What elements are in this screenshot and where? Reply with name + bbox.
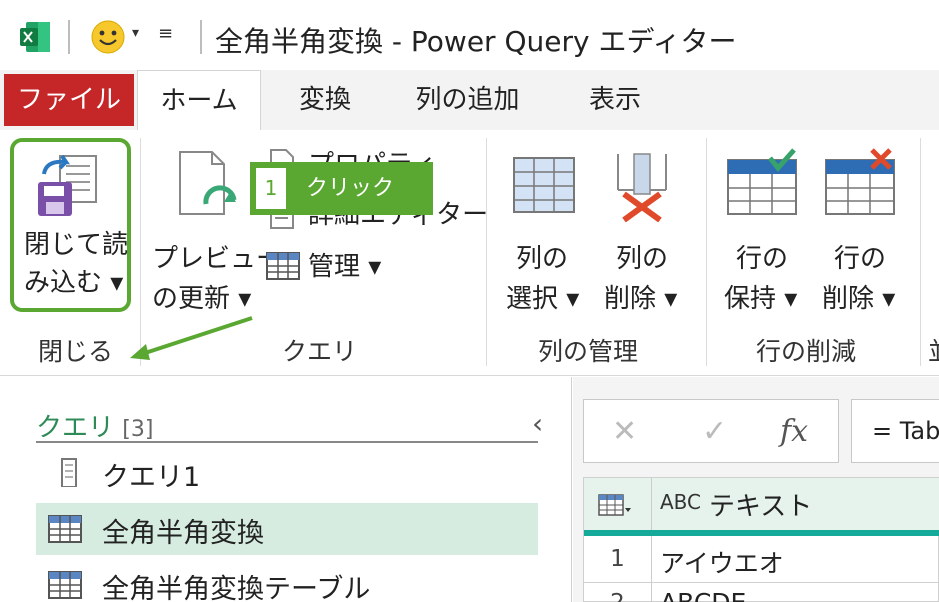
remove-columns-label-2: 削除 ▾ [604, 284, 678, 314]
collapse-pane-icon[interactable]: ‹ [532, 407, 543, 440]
callout-label: 1 クリック [250, 162, 433, 215]
title-bar: ▾ ≡ 全角半角変換 - Power Query エディター [0, 0, 939, 70]
title-separator [200, 20, 202, 54]
column-type-icon[interactable]: ABC [660, 490, 701, 514]
row-number: 1 [584, 536, 652, 582]
cancel-formula-icon[interactable]: ✕ [612, 414, 637, 449]
window-title: 全角半角変換 - Power Query エディター [215, 25, 737, 58]
callout-number: 1 [256, 168, 286, 209]
table-cell[interactable]: ABCDE [660, 588, 746, 602]
tab-add-column[interactable]: 列の追加 [395, 70, 540, 130]
query-item-label: クエリ1 [102, 462, 201, 493]
group-separator [486, 138, 487, 366]
group-label-manage-columns: 列の管理 [538, 337, 639, 366]
customize-toolbar-icon[interactable]: ≡ [158, 23, 173, 44]
table-icon [266, 252, 300, 280]
formula-buttons: ✕ ✓ fx [583, 399, 839, 463]
table-icon [48, 515, 82, 543]
parameter-icon [61, 458, 77, 487]
confirm-formula-icon[interactable]: ✓ [702, 414, 727, 449]
choose-columns-label-1: 列の [516, 244, 569, 274]
excel-icon[interactable] [18, 20, 52, 54]
manage-label: 管理 ▾ [308, 252, 382, 282]
choose-columns-button[interactable]: 列の 選択 ▾ [500, 142, 590, 314]
keep-rows-label-2: 保持 ▾ [724, 284, 798, 314]
manage-button[interactable]: 管理 ▾ [264, 246, 414, 286]
queries-header: クエリ [3] [36, 407, 153, 444]
query-item-1[interactable]: クエリ1 [36, 447, 538, 499]
query-item-label: 全角半角変換テーブル [102, 574, 371, 602]
queries-count: [3] [122, 417, 154, 442]
group-label-reduce-rows: 行の削減 [756, 337, 857, 366]
group-label-next: 並 [928, 332, 939, 368]
ribbon: 閉じて読 み込む ▾ 閉じる プレビュー の更新 ▾ プロパティ 詳細エディター [0, 130, 939, 376]
fx-icon[interactable]: fx [780, 414, 808, 449]
refresh-preview-icon [179, 151, 237, 215]
choose-columns-icon [513, 157, 575, 213]
remove-columns-icon [617, 153, 667, 222]
remove-rows-icon [825, 148, 895, 215]
data-grid: ABC テキスト 1 アイウエオ 2 ABCDE [583, 477, 939, 602]
row-number: 2 [584, 583, 652, 602]
tab-view[interactable]: 表示 [565, 70, 665, 130]
remove-rows-label-2: 削除 ▾ [822, 284, 896, 314]
tab-transform[interactable]: 変換 [270, 70, 380, 130]
title-separator [68, 20, 70, 54]
keep-rows-button[interactable]: 行の 保持 ▾ [718, 142, 808, 314]
group-separator [920, 138, 921, 366]
callout-text: クリック [306, 176, 395, 201]
tab-file[interactable]: ファイル [4, 74, 134, 126]
remove-rows-label-1: 行の [834, 244, 887, 274]
keep-rows-label-1: 行の [736, 244, 789, 274]
group-separator [706, 138, 707, 366]
remove-rows-button[interactable]: 行の 削除 ▾ [816, 142, 906, 314]
group-label-query: クエリ [282, 337, 358, 366]
highlight-box [10, 138, 131, 312]
callout-arrow [130, 316, 253, 360]
table-menu-button[interactable] [584, 478, 652, 530]
refresh-preview-label-1: プレビュー [152, 244, 283, 274]
group-label-close: 閉じる [38, 337, 114, 366]
ribbon-tabs: ファイル ホーム 変換 列の追加 表示 [0, 70, 939, 130]
smiley-icon[interactable] [90, 19, 126, 55]
remove-columns-label-1: 列の [616, 244, 669, 274]
remove-columns-button[interactable]: 列の 削除 ▾ [598, 142, 688, 314]
data-pane: ✕ ✓ fx = Tab ABC テキスト 1 アイウエオ 2 ABCDE [573, 377, 939, 602]
quick-access-dropdown[interactable]: ▾ [132, 25, 139, 41]
keep-rows-icon [727, 148, 797, 215]
refresh-preview-button[interactable]: プレビュー の更新 ▾ [148, 142, 282, 314]
table-menu-icon [598, 494, 631, 516]
table-icon [48, 571, 82, 599]
query-item-label: 全角半角変換 [102, 518, 264, 549]
grid-header: ABC テキスト [584, 478, 939, 536]
query-item-2[interactable]: 全角半角変換 [36, 503, 538, 555]
choose-columns-label-2: 選択 ▾ [506, 284, 580, 314]
table-cell[interactable]: アイウエオ [660, 544, 784, 580]
column-header[interactable]: テキスト [709, 486, 812, 523]
formula-input[interactable]: = Tab [851, 399, 939, 463]
queries-title: クエリ [36, 413, 115, 443]
query-item-3[interactable]: 全角半角変換テーブル [36, 559, 538, 602]
queries-divider [36, 441, 538, 443]
queries-pane: クエリ [3] ‹ クエリ1 全角半角変換 全角半角変換テーブル [0, 377, 572, 602]
tab-home[interactable]: ホーム [137, 70, 261, 130]
